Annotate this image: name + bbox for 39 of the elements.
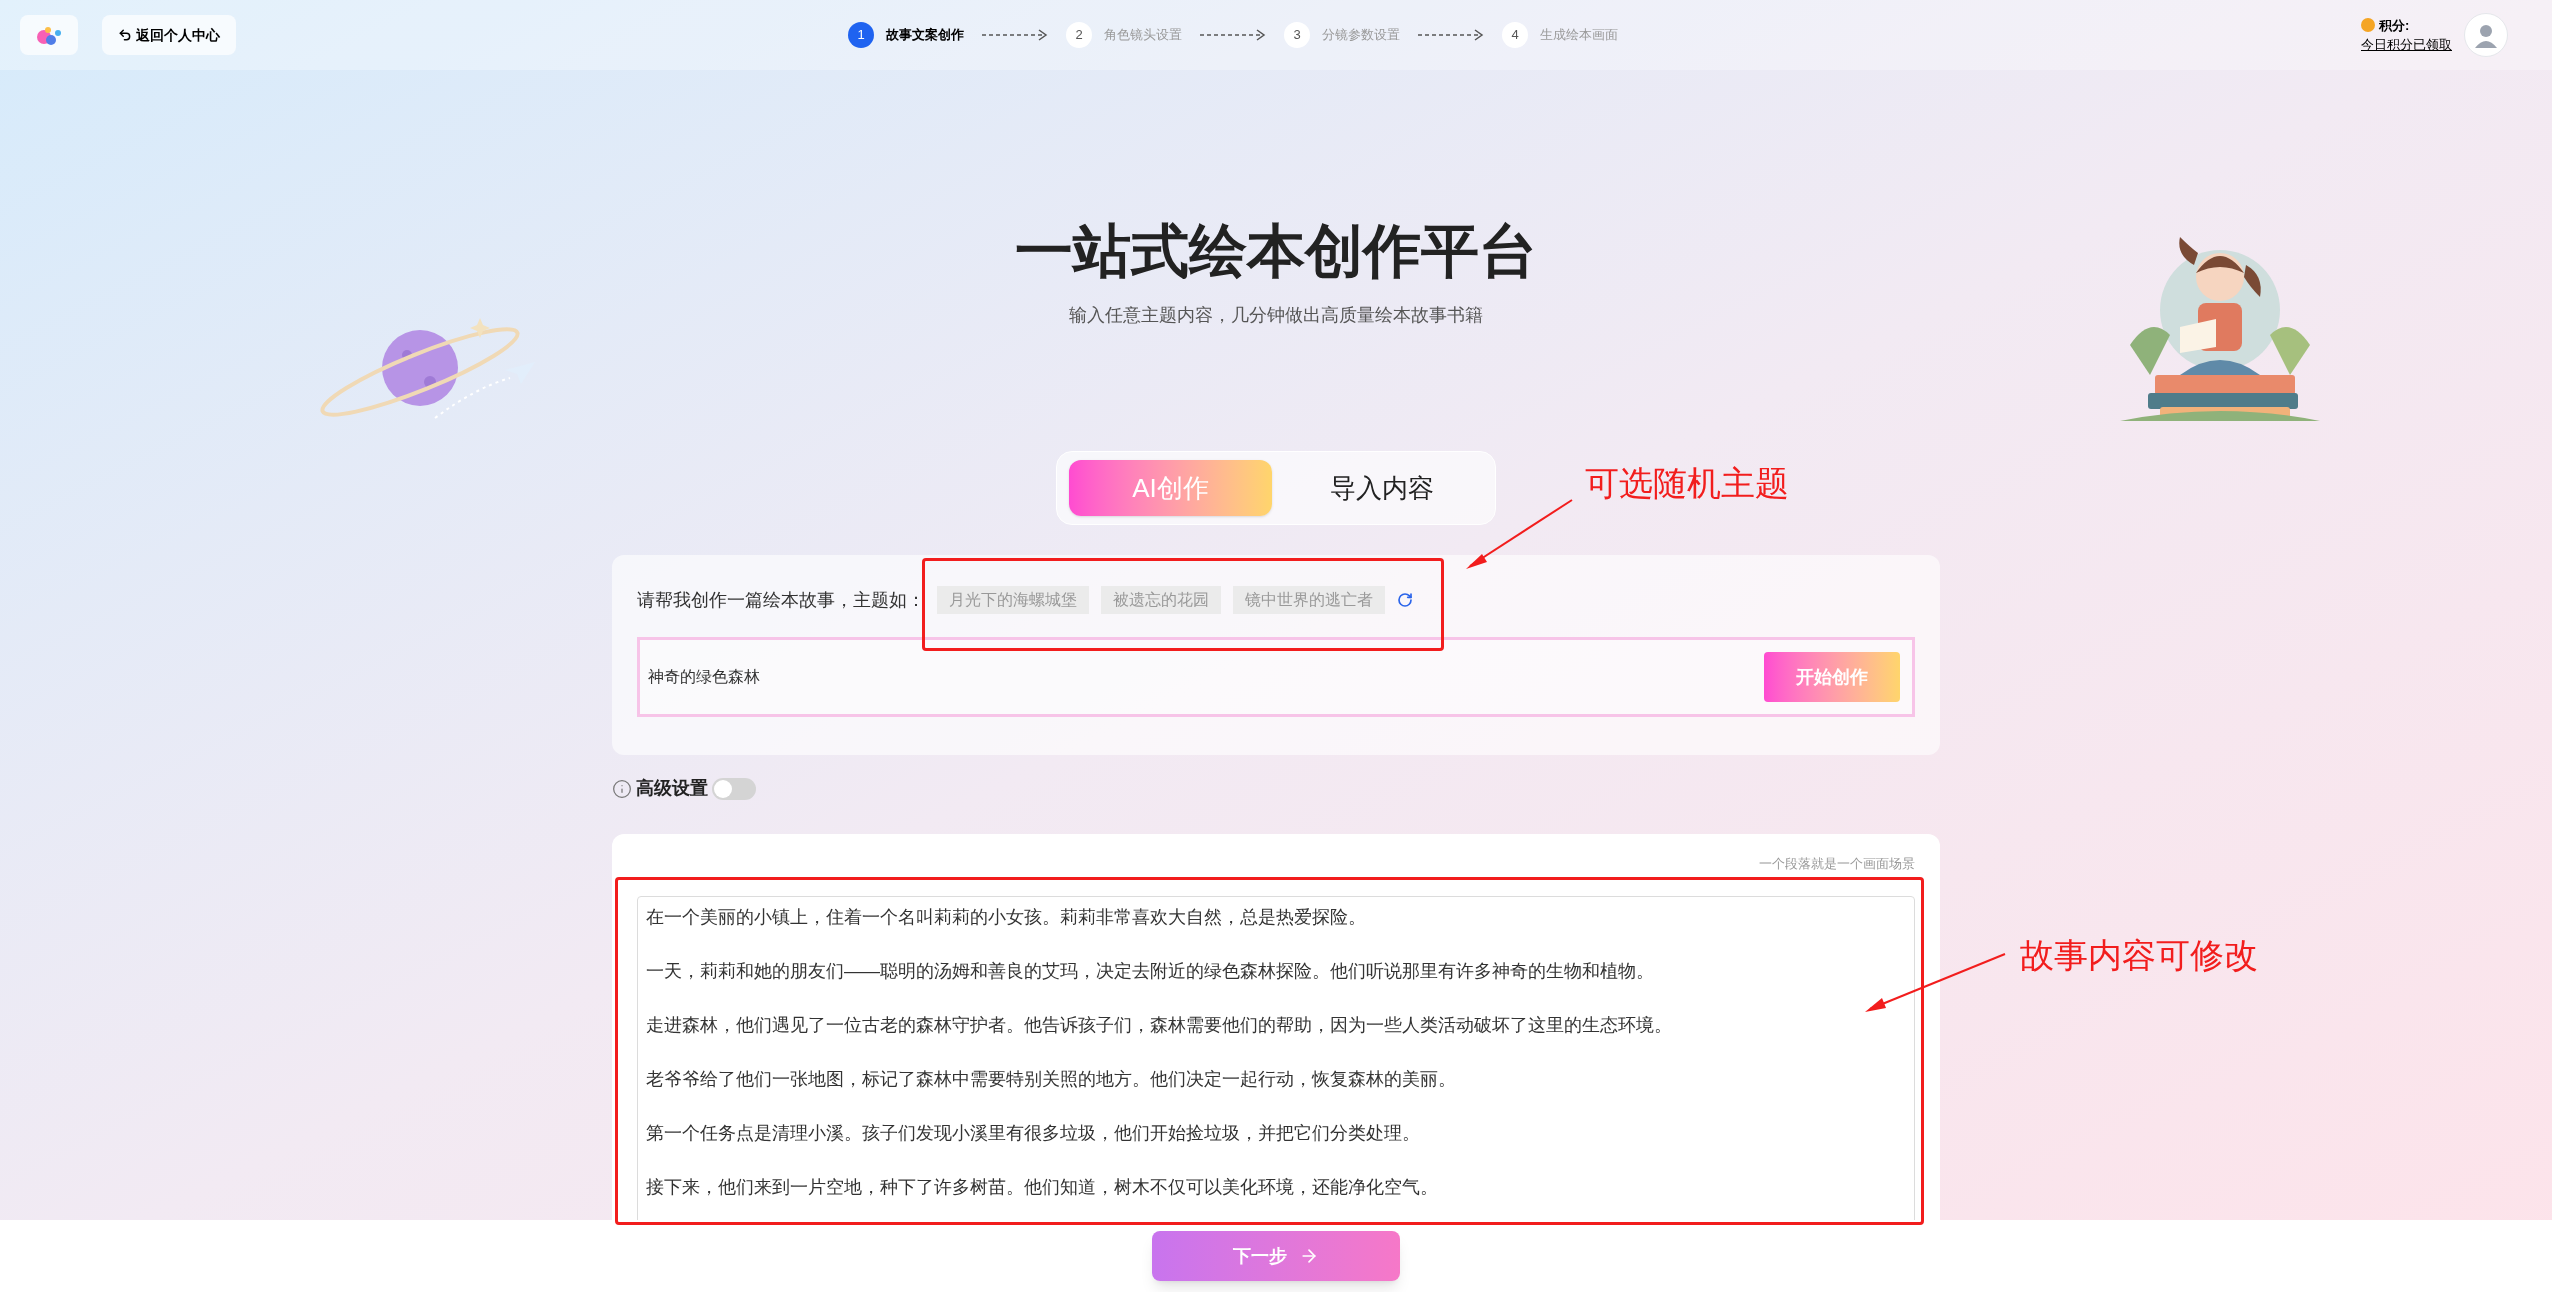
page-subtitle: 输入任意主题内容，几分钟做出高质量绘本故事书籍 bbox=[1069, 304, 1483, 327]
step-label: 故事文案创作 bbox=[886, 26, 964, 45]
points-link[interactable]: 今日积分已领取 bbox=[2361, 35, 2452, 55]
undo-icon bbox=[118, 28, 132, 42]
step-label: 角色镜头设置 bbox=[1104, 26, 1182, 45]
step-number: 1 bbox=[848, 22, 874, 48]
annotation-text: 故事内容可修改 bbox=[2020, 935, 2258, 976]
dashed-arrow-icon bbox=[1198, 28, 1268, 42]
advanced-label: 高级设置 bbox=[636, 777, 708, 800]
back-button[interactable]: 返回个人中心 bbox=[102, 15, 236, 55]
step-number: 3 bbox=[1284, 22, 1310, 48]
dashed-arrow-icon bbox=[980, 28, 1050, 42]
step-item[interactable]: 1 故事文案创作 bbox=[848, 22, 964, 48]
story-paragraph: 第一个任务点是清理小溪。孩子们发现小溪里有很多垃圾，他们开始捡垃圾，并把它们分类处理。 bbox=[646, 1121, 1421, 1145]
points-label: 积分: bbox=[2379, 16, 2410, 35]
info-icon bbox=[612, 778, 632, 799]
step-item[interactable]: 3 分镜参数设置 bbox=[1284, 22, 1400, 48]
story-paragraph: 在一个美丽的小镇上，住着一个名叫莉莉的小女孩。莉莉非常喜欢大自然，总是热爱探险。 bbox=[646, 905, 1367, 929]
theme-prompt: 请帮我创作一篇绘本故事，主题如： bbox=[637, 588, 925, 612]
story-paragraph: 接下来，他们来到一片空地，种下了许多树苗。他们知道，树木不仅可以美化环境，还能净化空气。 bbox=[646, 1175, 1439, 1199]
story-paragraph: 走进森林，他们遇见了一位古老的森林守护者。他告诉孩子们，森林需要他们的帮助，因为一些人类活动破坏了这里的生态环境。 bbox=[646, 1013, 1673, 1037]
page-title: 一站式绘本创作平台 bbox=[1015, 222, 1537, 280]
step-number: 2 bbox=[1066, 22, 1092, 48]
story-paragraph: 一天，莉莉和她的朋友们——聪明的汤姆和善良的艾玛，决定去附近的绿色森林探险。他们听说那里有许多神奇的生物和植物。 bbox=[646, 959, 1655, 983]
topic-input-field[interactable]: 神奇的绿色森林 开始创作 bbox=[637, 637, 1915, 717]
step-label: 分镜参数设置 bbox=[1322, 26, 1400, 45]
coin-icon bbox=[2361, 18, 2375, 33]
step-label: 生成绘本画面 bbox=[1540, 26, 1618, 45]
refresh-icon[interactable] bbox=[1397, 592, 1413, 608]
step-number: 4 bbox=[1502, 22, 1528, 48]
annotation-text: 可选随机主题 bbox=[1585, 463, 1789, 504]
mode-tab[interactable]: 导入内容 bbox=[1280, 460, 1483, 516]
step-item[interactable]: 2 角色镜头设置 bbox=[1066, 22, 1182, 48]
step-item[interactable]: 4 生成绘本画面 bbox=[1502, 22, 1618, 48]
dashed-arrow-icon bbox=[1416, 28, 1486, 42]
story-paragraph: 老爷爷给了他们一张地图，标记了森林中需要特别关照的地方。他们决定一起行动，恢复森林的美丽。 bbox=[646, 1067, 1457, 1091]
advanced-switch[interactable] bbox=[712, 777, 756, 800]
avatar[interactable] bbox=[2464, 13, 2508, 57]
logo-icon[interactable] bbox=[20, 15, 78, 55]
